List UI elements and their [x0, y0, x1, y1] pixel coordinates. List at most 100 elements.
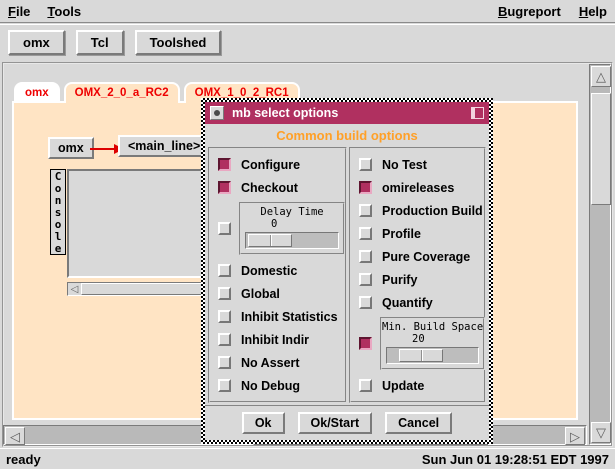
- min-build-space-value: 20: [382, 333, 483, 346]
- option-row-no-assert: No Assert: [218, 351, 345, 374]
- build-options-dialog: mb select options Common build options C…: [205, 102, 489, 440]
- menubar-left: File Tools: [8, 4, 81, 19]
- checkbox-inhibit-statistics[interactable]: [218, 310, 231, 323]
- scroll-left-icon[interactable]: ◁: [5, 427, 25, 445]
- option-row-omireleases: omireleases: [359, 176, 484, 199]
- delay-slider-thumb[interactable]: [248, 234, 292, 247]
- option-label: Pure Coverage: [382, 250, 470, 264]
- checkbox-delay-time[interactable]: [218, 222, 231, 235]
- dialog-body: Configure Checkout Delay Time 0 Domestic G…: [205, 147, 489, 403]
- option-row-inhibit-statistics: Inhibit Statistics: [218, 305, 345, 328]
- option-label: Checkout: [241, 181, 298, 195]
- checkbox-no-debug[interactable]: [218, 379, 231, 392]
- checkbox-checkout[interactable]: [218, 181, 231, 194]
- dialog-button-row: Ok Ok/Start Cancel: [205, 405, 489, 440]
- main-line-node-button[interactable]: <main_line>: [118, 135, 210, 157]
- option-label: Update: [382, 379, 424, 393]
- option-row-checkout: Checkout: [218, 176, 345, 199]
- checkbox-production-build[interactable]: [359, 204, 372, 217]
- menubar: File Tools Bugreport Help: [0, 0, 615, 23]
- option-row-domestic: Domestic: [218, 259, 345, 282]
- menu-file[interactable]: File: [8, 4, 30, 19]
- toolbar-button-omx[interactable]: omx: [8, 30, 65, 55]
- option-row-no-debug: No Debug: [218, 374, 345, 397]
- checkbox-domestic[interactable]: [218, 264, 231, 277]
- delay-time-slider[interactable]: [245, 232, 339, 249]
- checkbox-update[interactable]: [359, 379, 372, 392]
- option-row-inhibit-indir: Inhibit Indir: [218, 328, 345, 351]
- option-label: No Debug: [241, 379, 300, 393]
- option-label: Domestic: [241, 264, 297, 278]
- option-label: omireleases: [382, 181, 454, 195]
- checkbox-min-build-space[interactable]: [359, 337, 372, 350]
- statusbar: ready Sun Jun 01 19:28:51 EDT 1997: [0, 448, 615, 469]
- checkbox-profile[interactable]: [359, 227, 372, 240]
- scroll-up-icon[interactable]: △: [591, 66, 611, 87]
- checkbox-omireleases[interactable]: [359, 181, 372, 194]
- option-row-pure-coverage: Pure Coverage: [359, 245, 484, 268]
- menu-tools[interactable]: Tools: [47, 4, 81, 19]
- min-build-space-slider[interactable]: [386, 347, 479, 364]
- min-build-space-box: Min. Build Space 20: [380, 317, 485, 370]
- delay-time-value: 0: [241, 218, 343, 231]
- toolbar-button-toolshed[interactable]: Toolshed: [135, 30, 222, 55]
- dialog-button-ok[interactable]: Ok: [242, 412, 285, 434]
- tab-omx-2-0-a-rc2[interactable]: OMX_2_0_a_RC2: [64, 82, 180, 103]
- option-row-no-test: No Test: [359, 153, 484, 176]
- option-label: Quantify: [382, 296, 433, 310]
- vertical-scrollbar-thumb[interactable]: [591, 93, 611, 205]
- min-build-space-slider-thumb[interactable]: [399, 349, 443, 362]
- dialog-title: mb select options: [232, 106, 463, 120]
- option-row-profile: Profile: [359, 222, 484, 245]
- scroll-left-icon[interactable]: ◁: [68, 283, 81, 295]
- console-label: Console: [50, 169, 66, 255]
- menubar-right: Bugreport Help: [498, 4, 607, 19]
- maximize-icon[interactable]: [471, 107, 484, 119]
- checkbox-quantify[interactable]: [359, 296, 372, 309]
- menu-help[interactable]: Help: [579, 4, 607, 19]
- menu-bugreport[interactable]: Bugreport: [498, 4, 561, 19]
- application-window: File Tools Bugreport Help omx Tcl Toolshed o…: [0, 0, 615, 469]
- vertical-scrollbar[interactable]: △ ▽: [589, 64, 611, 445]
- min-build-space-label: Min. Build Space: [382, 321, 483, 333]
- dialog-button-ok-start[interactable]: Ok/Start: [298, 412, 373, 434]
- dialog-header: Common build options: [205, 124, 489, 147]
- status-text: ready: [6, 452, 41, 467]
- toolbar-button-tcl[interactable]: Tcl: [76, 30, 124, 55]
- option-label: Purify: [382, 273, 417, 287]
- option-row-global: Global: [218, 282, 345, 305]
- option-label: Profile: [382, 227, 421, 241]
- option-row-purify: Purify: [359, 268, 484, 291]
- scroll-down-icon[interactable]: ▽: [591, 422, 611, 443]
- checkbox-pure-coverage[interactable]: [359, 250, 372, 263]
- options-column-right: No Test omireleases Production Build Profil…: [349, 147, 486, 403]
- option-row-quantify: Quantify: [359, 291, 484, 314]
- option-label: Production Build: [382, 204, 483, 218]
- delay-time-box: Delay Time 0: [239, 202, 345, 255]
- checkbox-no-assert[interactable]: [218, 356, 231, 369]
- dialog-border: mb select options Common build options C…: [201, 98, 493, 444]
- dialog-titlebar[interactable]: mb select options: [205, 102, 489, 124]
- window-menu-icon[interactable]: [210, 106, 224, 120]
- toolbar: omx Tcl Toolshed: [0, 24, 615, 60]
- min-build-space-group: Min. Build Space 20: [359, 317, 484, 370]
- checkbox-inhibit-indir[interactable]: [218, 333, 231, 346]
- tab-omx[interactable]: omx: [14, 82, 60, 103]
- clock-text: Sun Jun 01 19:28:51 EDT 1997: [422, 452, 609, 467]
- option-label: Global: [241, 287, 280, 301]
- option-label: Inhibit Statistics: [241, 310, 338, 324]
- option-label: Configure: [241, 158, 300, 172]
- checkbox-configure[interactable]: [218, 158, 231, 171]
- option-row-update: Update: [359, 374, 484, 397]
- checkbox-purify[interactable]: [359, 273, 372, 286]
- dialog-button-cancel[interactable]: Cancel: [385, 412, 452, 434]
- delay-time-group: Delay Time 0: [218, 202, 345, 255]
- option-label: Inhibit Indir: [241, 333, 309, 347]
- option-label: No Assert: [241, 356, 300, 370]
- checkbox-global[interactable]: [218, 287, 231, 300]
- scroll-right-icon[interactable]: ▷: [565, 427, 585, 445]
- checkbox-no-test[interactable]: [359, 158, 372, 171]
- omx-node-button[interactable]: omx: [48, 137, 94, 159]
- option-label: No Test: [382, 158, 427, 172]
- option-row-production-build: Production Build: [359, 199, 484, 222]
